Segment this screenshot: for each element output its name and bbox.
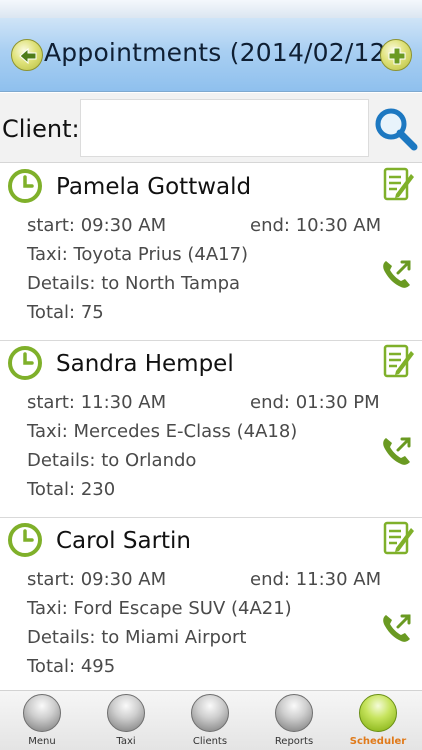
nav-item-reports[interactable]: Reports: [252, 691, 336, 750]
nav-label: Menu: [28, 736, 56, 747]
start-time: start: 11:30 AM: [27, 392, 167, 413]
client-search-input[interactable]: [80, 99, 369, 157]
nav-ball-icon: [107, 694, 145, 732]
nav-ball-icon: [23, 694, 61, 732]
search-bar: Client:: [0, 93, 422, 163]
phone-call-icon[interactable]: [380, 434, 414, 468]
back-button[interactable]: [11, 39, 43, 71]
trip-total: Total: 230: [27, 479, 116, 500]
start-time: start: 09:30 AM: [27, 569, 167, 590]
nav-item-scheduler[interactable]: Scheduler: [336, 691, 420, 750]
add-appointment-button[interactable]: [380, 39, 412, 71]
top-strip: [0, 0, 422, 18]
nav-label: Scheduler: [349, 736, 407, 747]
edit-note-icon[interactable]: [382, 520, 416, 556]
nav-ball-icon: [275, 694, 313, 732]
back-arrow-icon: [19, 47, 37, 65]
client-name: Sandra Hempel: [56, 351, 234, 377]
clock-icon: [8, 523, 42, 557]
page-title: Appointments (2014/02/12): [44, 38, 396, 67]
nav-label: Clients: [192, 736, 228, 747]
nav-item-clients[interactable]: Clients: [168, 691, 252, 750]
taxi-info: Taxi: Mercedes E-Class (4A18): [27, 421, 298, 442]
start-time: start: 09:30 AM: [27, 215, 167, 236]
appointment-card[interactable]: Sandra Hempel start: 11:30 AM end: 01:30…: [0, 341, 422, 518]
clock-icon: [8, 169, 42, 203]
end-time: end: 01:30 PM: [250, 392, 380, 413]
appointment-card[interactable]: Carol Sartin start: 09:30 AM end: 11:30 …: [0, 518, 422, 695]
end-time: end: 11:30 AM: [250, 569, 382, 590]
nav-label: Taxi: [116, 736, 136, 747]
client-label: Client:: [2, 115, 80, 143]
client-name: Carol Sartin: [56, 528, 192, 554]
phone-call-icon[interactable]: [380, 257, 414, 291]
trip-details: Details: to Orlando: [27, 450, 197, 471]
app-header: Appointments (2014/02/12): [0, 18, 422, 92]
nav-ball-icon: [359, 694, 397, 732]
trip-details: Details: to North Tampa: [27, 273, 241, 294]
trip-total: Total: 75: [27, 302, 104, 323]
nav-item-taxi[interactable]: Taxi: [84, 691, 168, 750]
edit-note-icon[interactable]: [382, 343, 416, 379]
clock-icon: [8, 346, 42, 380]
phone-call-icon[interactable]: [380, 611, 414, 645]
appointment-card[interactable]: Pamela Gottwald start: 09:30 AM end: 10:…: [0, 164, 422, 341]
end-time: end: 10:30 AM: [250, 215, 382, 236]
trip-total: Total: 495: [27, 656, 116, 677]
search-button[interactable]: [372, 105, 420, 153]
bottom-nav: Menu Taxi Clients Reports Scheduler: [0, 690, 422, 750]
taxi-info: Taxi: Ford Escape SUV (4A21): [27, 598, 292, 619]
plus-icon: [388, 47, 406, 65]
edit-note-icon[interactable]: [382, 166, 416, 202]
client-name: Pamela Gottwald: [56, 174, 252, 200]
nav-item-menu[interactable]: Menu: [0, 691, 84, 750]
trip-details: Details: to Miami Airport: [27, 627, 247, 648]
nav-ball-icon: [191, 694, 229, 732]
magnifier-icon: [375, 108, 418, 151]
taxi-info: Taxi: Toyota Prius (4A17): [27, 244, 249, 265]
nav-label: Reports: [274, 736, 314, 747]
